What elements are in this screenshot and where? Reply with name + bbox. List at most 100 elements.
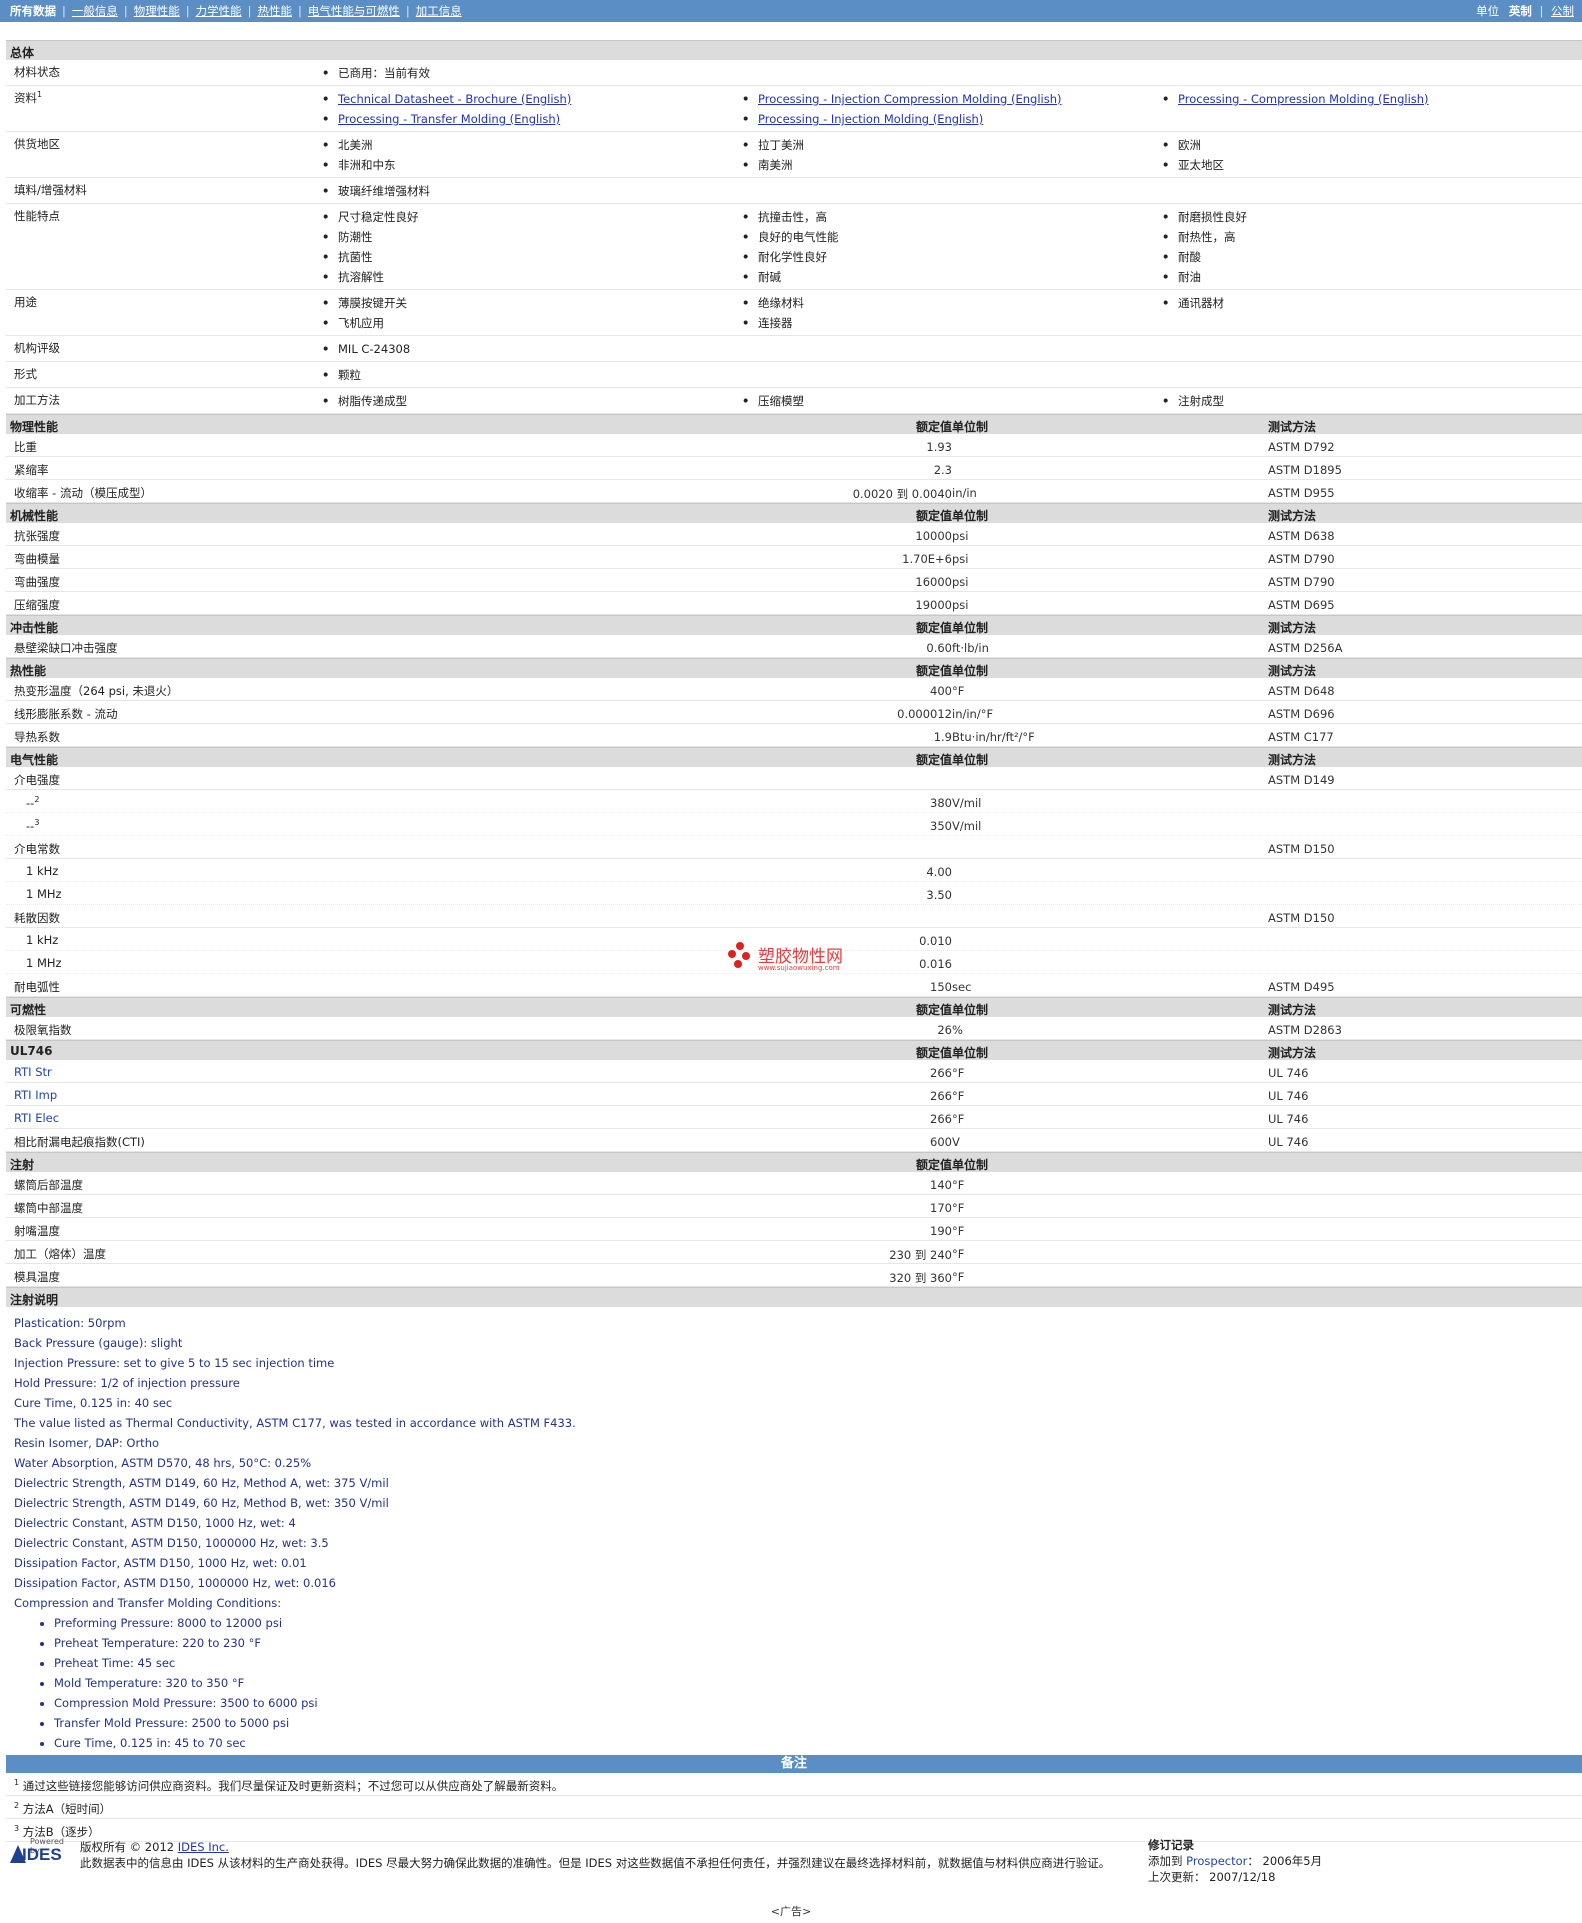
section-title: 电气性能	[10, 753, 59, 767]
general-row: 材料状态 已商用：当前有效	[6, 60, 1582, 86]
list-item[interactable]: Processing - Injection Molding (English)	[742, 109, 1162, 129]
list-item: 薄膜按键开关	[322, 293, 742, 313]
col-header-method: 测试方法	[1268, 1003, 1317, 1017]
property-label: --2	[26, 795, 40, 810]
general-row: 填料/增强材料 玻璃纤维增强材料	[6, 178, 1582, 204]
document-link[interactable]: Processing - Transfer Molding (English)	[338, 112, 560, 126]
col-header-unit: 单位制	[952, 1046, 989, 1060]
list-item: 防潮性	[322, 227, 742, 247]
col-header-method: 测试方法	[1268, 509, 1317, 523]
note-line: Dielectric Constant, ASTM D150, 1000 Hz,…	[14, 1516, 296, 1530]
nav-link[interactable]: 热性能	[258, 4, 293, 18]
section-header: UL746 额定值 单位制 测试方法	[6, 1040, 1582, 1060]
test-method: ASTM D149	[1268, 773, 1335, 787]
note-line: Hold Pressure: 1/2 of injection pressure	[14, 1376, 240, 1390]
list-item: 拉丁美洲	[742, 135, 1162, 155]
section-title: 注射说明	[10, 1293, 59, 1307]
copyright-text: 版权所有 © 2012	[80, 1840, 175, 1854]
footnote-ref: 3	[34, 818, 40, 827]
document-link[interactable]: Technical Datasheet - Brochure (English)	[338, 92, 571, 106]
section-title: 可燃性	[10, 1003, 47, 1017]
test-method: ASTM D790	[1268, 575, 1335, 589]
property-row: RTI Str 266 °F UL 746	[6, 1060, 1582, 1083]
property-row: 螺筒中部温度 170 °F	[6, 1195, 1582, 1218]
test-method: ASTM D256A	[1268, 641, 1343, 655]
property-value: 19000	[915, 598, 952, 612]
property-row: 耗散因数 ASTM D150	[6, 905, 1582, 928]
ides-logo: Powered by IDES	[10, 1837, 72, 1864]
list-item: 飞机应用	[322, 313, 742, 333]
general-row: 形式 颗粒	[6, 362, 1582, 388]
note-line: Plastication: 50rpm	[14, 1316, 126, 1330]
ides-link[interactable]: IDES Inc.	[178, 1840, 229, 1854]
nav-link[interactable]: 一般信息	[72, 4, 118, 18]
property-value: 266	[930, 1089, 952, 1103]
property-unit: in/in	[952, 486, 977, 500]
list-item[interactable]: Processing - Compression Molding (Englis…	[1162, 89, 1582, 109]
col-header-method: 测试方法	[1268, 753, 1317, 767]
units-metric-link[interactable]: 公制	[1551, 4, 1574, 18]
nav-link[interactable]: 电气性能与可燃性	[308, 4, 400, 18]
list-item: 耐磨损性良好	[1162, 207, 1582, 227]
revision-title: 修订记录	[1148, 1838, 1194, 1852]
property-row: RTI Imp 266 °F UL 746	[6, 1083, 1582, 1106]
watermark-url: www.sujiaowuxing.com	[758, 964, 840, 972]
property-row: 收缩率 - 流动（模压成型） 0.0020 到 0.0040 in/in ASTM D…	[6, 480, 1582, 503]
document-link[interactable]: Processing - Compression Molding (Englis…	[1178, 92, 1429, 106]
section-title: 注射	[10, 1158, 35, 1172]
property-row: 悬壁梁缺口冲击强度 0.60 ft·lb/in ASTM D256A	[6, 635, 1582, 658]
property-unit: °F	[952, 1112, 965, 1126]
property-label: RTI Elec	[14, 1111, 60, 1125]
molding-conditions-list: Preforming Pressure: 8000 to 12000 psiPr…	[14, 1613, 1582, 1753]
property-value: 0.60	[926, 641, 952, 655]
test-method: ASTM D495	[1268, 980, 1335, 994]
property-row: 相比耐漏电起痕指数(CTI) 600 V UL 746	[6, 1129, 1582, 1152]
property-unit: psi	[952, 552, 969, 566]
property-label: 极限氧指数	[14, 1023, 72, 1037]
property-value: 2.3	[933, 463, 952, 477]
list-item: 耐油	[1162, 267, 1582, 287]
property-value: 0.016	[919, 957, 952, 971]
property-unit: °F	[952, 684, 965, 698]
document-link[interactable]: Processing - Injection Molding (English)	[758, 112, 983, 126]
list-item: 良好的电气性能	[742, 227, 1162, 247]
list-item: 耐碱	[742, 267, 1162, 287]
document-link[interactable]: Processing - Injection Compression Moldi…	[758, 92, 1062, 106]
property-value: 140	[930, 1178, 952, 1192]
row-label: 机构评级	[14, 341, 60, 355]
general-row: 供货地区 北美洲非洲和中东拉丁美洲南美洲欧洲亚太地区	[6, 132, 1582, 178]
units-english-option[interactable]: 英制	[1509, 4, 1532, 18]
list-item: 连接器	[742, 313, 1162, 333]
list-item[interactable]: Processing - Transfer Molding (English)	[322, 109, 742, 129]
nav-link[interactable]: 所有数据	[10, 4, 56, 18]
prospector-link[interactable]: Prospector	[1186, 1854, 1247, 1868]
property-unit: psi	[952, 529, 969, 543]
property-unit: sec	[952, 980, 972, 994]
property-label: 加工（熔体）温度	[14, 1247, 106, 1261]
property-value: 266	[930, 1066, 952, 1080]
note-line: Dielectric Strength, ASTM D149, 60 Hz, M…	[14, 1476, 389, 1490]
general-row: 资料1 Technical Datasheet - Brochure (Engli…	[6, 86, 1582, 132]
property-value: 1.9	[933, 730, 952, 744]
list-item[interactable]: Technical Datasheet - Brochure (English)	[322, 89, 742, 109]
test-method: UL 746	[1268, 1066, 1309, 1080]
list-item: 耐化学性良好	[742, 247, 1162, 267]
section-title: 冲击性能	[10, 621, 59, 635]
note-line: Dissipation Factor, ASTM D150, 1000 Hz, …	[14, 1556, 307, 1570]
property-value: 10000	[915, 529, 952, 543]
list-item: 已商用：当前有效	[322, 63, 742, 83]
nav-link[interactable]: 加工信息	[416, 4, 462, 18]
list-item[interactable]: Processing - Injection Compression Moldi…	[742, 89, 1162, 109]
test-method: UL 746	[1268, 1135, 1309, 1149]
property-row: 压缩强度 19000 psi ASTM D695	[6, 592, 1582, 615]
property-label: 热变形温度（264 psi, 未退火）	[14, 684, 179, 698]
property-unit: ft·lb/in	[952, 641, 989, 655]
nav-link[interactable]: 物理性能	[134, 4, 180, 18]
col-header-unit: 单位制	[952, 509, 989, 523]
property-value: 16000	[915, 575, 952, 589]
property-value: 190	[930, 1224, 952, 1238]
col-header-unit: 单位制	[952, 420, 989, 434]
row-label: 形式	[14, 367, 37, 381]
property-value: 1.93	[926, 440, 952, 454]
nav-link[interactable]: 力学性能	[196, 4, 242, 18]
